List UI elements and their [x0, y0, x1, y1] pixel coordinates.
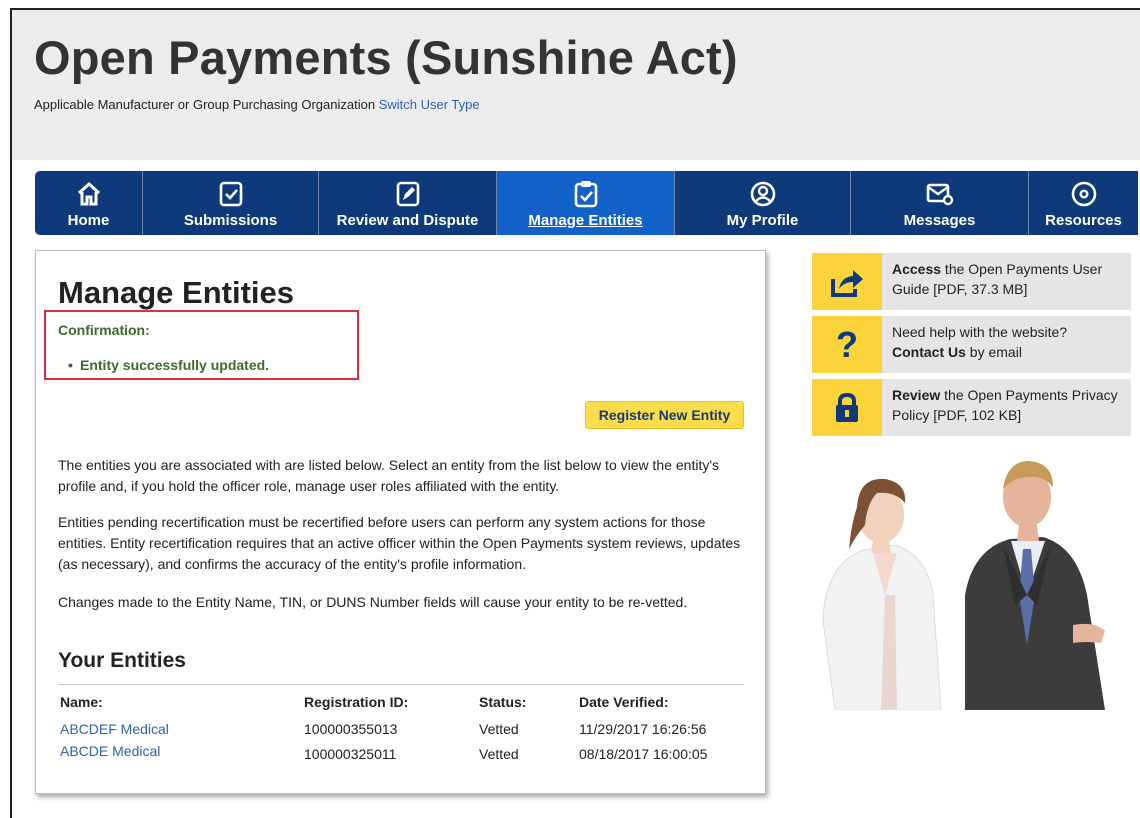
manage-entities-panel: Manage Entities Confirmation: Entity suc… — [35, 250, 766, 794]
divider — [58, 684, 744, 685]
user-type-line: Applicable Manufacturer or Group Purchas… — [34, 97, 480, 112]
checklist-icon — [217, 180, 245, 208]
contact-us-detail: by email — [965, 344, 1022, 360]
register-new-entity-button[interactable]: Register New Entity — [585, 401, 744, 429]
user-guide-card[interactable]: Access the Open Payments User Guide [PDF… — [812, 253, 1131, 310]
intro-paragraph: The entities you are associated with are… — [58, 457, 720, 494]
switch-user-type-link[interactable]: Switch User Type — [379, 97, 480, 112]
column-header-registration-id: Registration ID: — [304, 694, 409, 710]
confirmation-message: Entity successfully updated. — [68, 357, 269, 373]
nav-item-my-profile[interactable]: My Profile — [675, 171, 851, 235]
nav-item-home[interactable]: Home — [35, 171, 143, 235]
table-row-1-registration-id: 100000355013 — [304, 721, 398, 737]
nav-label-review-and-dispute: Review and Dispute — [336, 212, 479, 229]
nav-label-messages: Messages — [903, 212, 976, 229]
table-row-1-date-verified: 11/29/2017 16:26:56 — [579, 721, 707, 737]
contact-us-question: Need help with the website? — [892, 324, 1068, 340]
recertification-paragraph: Entities pending recertification must be… — [58, 514, 741, 572]
column-header-date-verified: Date Verified: — [579, 694, 669, 710]
envelope-icon — [926, 180, 954, 208]
privacy-policy-bold: Review — [892, 387, 941, 403]
gear-icon — [1070, 180, 1098, 208]
entity-link-abcdef-medical[interactable]: ABCDEF Medical — [60, 721, 169, 737]
edit-document-icon — [394, 180, 422, 208]
nav-label-home: Home — [67, 212, 110, 229]
clipboard-icon — [572, 180, 600, 208]
professionals-photo — [815, 445, 1120, 711]
share-arrow-icon — [812, 253, 882, 310]
table-row-1-status: Vetted — [479, 721, 519, 737]
contact-us-card[interactable]: ? Need help with the website? Contact Us … — [812, 316, 1131, 373]
user-guide-text: Access the Open Payments User Guide [PDF… — [892, 259, 1127, 299]
table-row-2-status: Vetted — [479, 746, 519, 762]
table-row-2-name: ABCDE Medical — [60, 743, 160, 759]
home-icon — [75, 180, 103, 208]
main-nav: Home Submissions Review and Dispute Mana… — [35, 171, 1138, 235]
table-row-1-name: ABCDEF Medical — [60, 721, 169, 737]
confirmation-title: Confirmation: — [58, 322, 150, 338]
page-title: Manage Entities — [58, 275, 294, 310]
contact-us-bold: Contact Us — [892, 344, 966, 360]
privacy-policy-text: Review the Open Payments Privacy Policy … — [892, 385, 1127, 425]
question-mark-glyph: ? — [836, 323, 858, 365]
nav-item-messages[interactable]: Messages — [851, 171, 1029, 235]
lock-icon — [812, 379, 882, 436]
nav-item-review-and-dispute[interactable]: Review and Dispute — [319, 171, 497, 235]
nav-label-my-profile: My Profile — [726, 212, 799, 229]
site-title: Open Payments (Sunshine Act) — [34, 31, 738, 84]
user-guide-bold: Access — [892, 261, 942, 277]
confirmation-box: Confirmation: Entity successfully update… — [44, 310, 359, 380]
your-entities-heading: Your Entities — [58, 649, 186, 672]
column-header-name: Name: — [60, 694, 103, 710]
revetting-paragraph: Changes made to the Entity Name, TIN, or… — [58, 594, 688, 610]
user-type-label: Applicable Manufacturer or Group Purchas… — [34, 97, 376, 112]
entity-link-abcde-medical[interactable]: ABCDE Medical — [60, 743, 160, 759]
table-row-2-registration-id: 100000325011 — [304, 746, 397, 762]
site-header: Open Payments (Sunshine Act) Applicable … — [12, 10, 1140, 160]
nav-label-submissions: Submissions — [183, 212, 278, 229]
nav-item-submissions[interactable]: Submissions — [143, 171, 319, 235]
column-header-status: Status: — [479, 694, 527, 710]
user-icon — [749, 180, 777, 208]
contact-us-text: Need help with the website? Contact Us by… — [892, 322, 1127, 362]
nav-label-resources: Resources — [1045, 212, 1122, 229]
table-row-2-date-verified: 08/18/2017 16:00:05 — [579, 746, 708, 762]
nav-label-manage-entities: Manage Entities — [528, 212, 643, 229]
question-mark-icon: ? — [812, 316, 882, 373]
privacy-policy-card[interactable]: Review the Open Payments Privacy Policy … — [812, 379, 1131, 436]
nav-item-resources[interactable]: Resources — [1029, 171, 1138, 235]
nav-item-manage-entities[interactable]: Manage Entities — [497, 171, 675, 235]
